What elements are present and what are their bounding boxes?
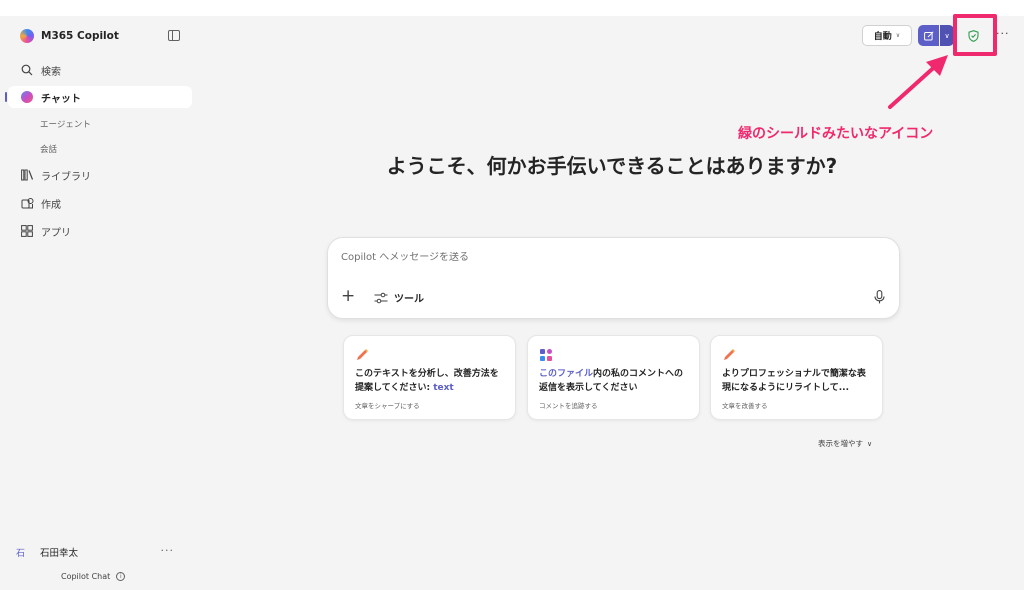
composer: + ツール xyxy=(327,237,900,319)
user-profile[interactable]: 石 石田幸太 ··· xyxy=(16,544,176,560)
message-input[interactable] xyxy=(341,252,861,263)
chat-icon xyxy=(20,90,34,104)
mode-select[interactable]: 自動 ∨ xyxy=(862,25,912,46)
annotation-label: 緑のシールドみたいなアイコン xyxy=(738,126,934,142)
avatar: 石 xyxy=(16,548,26,559)
microphone-icon[interactable] xyxy=(874,289,885,308)
prompt-card-text: このファイル内の私のコメントへの返信を表示してください xyxy=(539,369,684,393)
prompt-card-text: このテキストを分析し、改善方法を提案してください: text xyxy=(355,369,499,393)
sidebar-item-create[interactable]: 作成 xyxy=(8,192,192,214)
mode-label: 自動 xyxy=(873,32,892,42)
more-options-icon[interactable]: ··· xyxy=(996,27,1010,40)
sidebar-item-chat[interactable]: チャット xyxy=(8,86,192,108)
show-more-button[interactable]: 表示を増やす ∨ xyxy=(818,438,872,449)
sidebar-subitem-agents[interactable]: エージェント xyxy=(40,118,91,130)
welcome-heading: ようこそ、何かお手伝いできることはありますか? xyxy=(386,154,838,178)
prompt-card[interactable]: このファイル内の私のコメントへの返信を表示してください コメントを追跡する xyxy=(527,335,700,420)
tools-icon xyxy=(374,292,388,303)
footer-label: Copilot Chat xyxy=(61,572,111,581)
brand-title: M365 Copilot xyxy=(41,30,119,42)
brand: M365 Copilot xyxy=(20,28,119,44)
search-icon xyxy=(20,63,34,77)
prompt-card-subtitle: コメントを追跡する xyxy=(539,402,598,410)
sidebar-toggle-icon[interactable] xyxy=(168,30,180,41)
sidebar-item-search[interactable]: 検索 xyxy=(8,59,192,81)
prompt-card-text: よりプロフェッショナルで簡潔な表現になるようにリライトして... xyxy=(722,369,866,393)
prompt-card-subtitle: 文章をシャープにする xyxy=(355,402,420,410)
apps-grid-icon xyxy=(20,224,34,238)
more-options-icon[interactable]: ··· xyxy=(161,544,175,557)
copilot-logo-icon xyxy=(20,29,34,43)
tools-button[interactable]: ツール xyxy=(374,290,424,305)
highlight-box xyxy=(953,14,997,56)
sidebar-item-library[interactable]: ライブラリ xyxy=(8,164,192,186)
show-more-label: 表示を増やす xyxy=(818,439,863,448)
sidebar-subitem-conversations[interactable]: 会話 xyxy=(40,143,57,155)
library-icon xyxy=(20,168,34,182)
sidebar-item-label: チャット xyxy=(41,93,81,105)
pencil-icon xyxy=(722,347,736,361)
chevron-down-icon: ∨ xyxy=(895,32,901,39)
chevron-down-icon: ∨ xyxy=(867,439,873,448)
create-icon xyxy=(20,196,34,210)
tools-label: ツール xyxy=(394,294,424,305)
pencil-icon xyxy=(355,347,369,361)
footer-copilot-chat: Copilot Chat i xyxy=(61,572,126,581)
sidebar-item-label: 検索 xyxy=(41,66,61,78)
prompt-card[interactable]: このテキストを分析し、改善方法を提案してください: text 文章をシャープにす… xyxy=(343,335,516,420)
add-icon[interactable]: + xyxy=(341,288,355,305)
prompt-card[interactable]: よりプロフェッショナルで簡潔な表現になるようにリライトして... 文章を改善する xyxy=(710,335,883,420)
active-indicator xyxy=(5,92,7,102)
sidebar-item-label: 作成 xyxy=(41,199,61,211)
apps-icon xyxy=(539,347,553,361)
sidebar-item-label: アプリ xyxy=(41,227,71,239)
annotation-arrow-icon xyxy=(888,55,948,109)
sidebar-item-label: ライブラリ xyxy=(41,171,91,183)
sidebar-item-apps[interactable]: アプリ xyxy=(8,220,192,242)
compose-icon xyxy=(923,30,934,40)
info-icon[interactable]: i xyxy=(116,572,126,581)
new-chat-button[interactable] xyxy=(918,25,939,46)
prompt-card-subtitle: 文章を改善する xyxy=(722,402,768,410)
sidebar: M365 Copilot 検索 チャット エージェント 会話 ライブラリ 作成 … xyxy=(0,16,200,590)
user-name: 石田幸太 xyxy=(40,548,79,559)
new-chat-dropdown-button[interactable]: ∨ xyxy=(940,25,954,46)
